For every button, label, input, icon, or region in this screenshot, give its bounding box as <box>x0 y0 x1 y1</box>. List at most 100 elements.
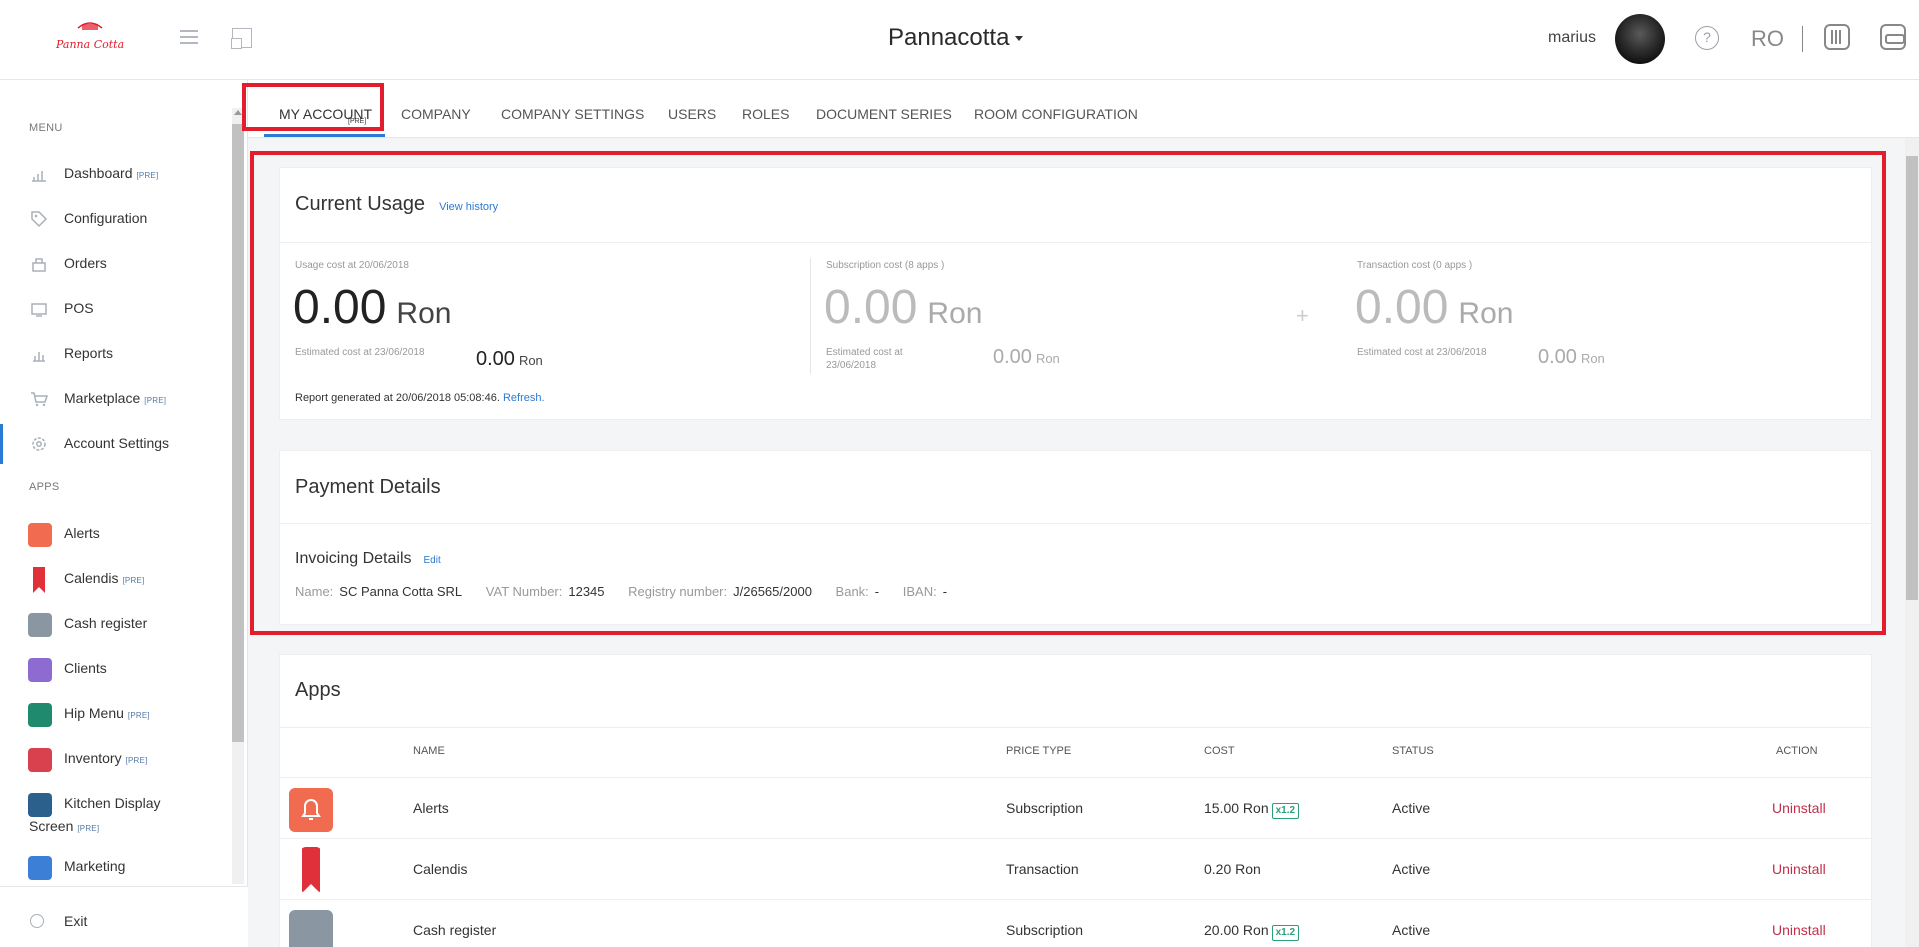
table-row: Calendis Transaction 0.20 Ron Active Uni… <box>280 838 1871 899</box>
table-row: Alerts Subscription 15.00 Ron x1.2 Active… <box>280 777 1871 838</box>
scroll-up-arrow-icon[interactable] <box>234 110 242 115</box>
app-name: Alerts <box>413 800 449 816</box>
tab-roles[interactable]: ROLES <box>742 106 789 122</box>
marketing-icon <box>28 856 52 880</box>
hamburger-menu-icon[interactable] <box>180 30 198 46</box>
apps-grid-icon[interactable] <box>1824 24 1850 50</box>
tab-users[interactable]: USERS <box>668 106 716 122</box>
tab-room-configuration[interactable]: ROOM CONFIGURATION <box>974 106 1138 122</box>
inventory-icon <box>28 748 52 772</box>
app-name: Calendis <box>413 861 468 877</box>
sidebar-scrollbar-thumb[interactable] <box>232 124 244 742</box>
bookmark-icon <box>33 567 45 593</box>
language-switch[interactable]: RO <box>1751 26 1784 52</box>
multiplier-badge: x1.2 <box>1271 925 1300 941</box>
menu-heading: MENU <box>29 122 63 134</box>
sidebar-item-label: Alerts <box>64 525 100 541</box>
multiplier-badge: x1.2 <box>1271 803 1300 819</box>
cart-icon <box>31 392 48 407</box>
app-status: Active <box>1392 861 1431 877</box>
sidebar-item-kitchen-display[interactable]: Kitchen Display Screen [PRE] <box>0 784 230 844</box>
column-header-price-type: PRICE TYPE <box>1006 745 1072 757</box>
divider <box>1802 26 1803 52</box>
sidebar-item-cash-register[interactable]: Cash register <box>0 604 230 644</box>
kitchen-display-icon <box>28 793 52 817</box>
sidebar-item-reports[interactable]: Reports <box>0 334 230 374</box>
pos-icon <box>31 303 47 317</box>
caret-down-icon <box>1015 36 1024 42</box>
orders-icon <box>32 258 46 272</box>
table-row: Cash register Subscription 20.00 Ron x1.2… <box>280 899 1871 947</box>
hip-menu-icon <box>28 703 52 727</box>
app-status: Active <box>1392 800 1431 816</box>
app-price-type: Subscription <box>1006 922 1084 938</box>
panna-cotta-logo[interactable]: Panna Cotta <box>48 14 132 58</box>
sidebar-item-label: Kitchen Display <box>64 795 161 811</box>
uninstall-button[interactable]: Uninstall <box>1772 922 1826 938</box>
pre-badge: [PRE] <box>136 171 159 180</box>
active-tab-indicator <box>264 134 385 137</box>
sidebar-item-clients[interactable]: Clients <box>0 649 230 689</box>
uninstall-button[interactable]: Uninstall <box>1772 861 1826 877</box>
fullscreen-icon[interactable] <box>231 28 252 49</box>
sidebar-item-configuration[interactable]: Configuration <box>0 199 230 239</box>
exit-icon <box>30 914 44 928</box>
sidebar-item-marketplace[interactable]: Marketplace [PRE] <box>0 379 230 419</box>
apps-card: Apps NAME PRICE TYPE COST STATUS ACTION … <box>279 654 1872 947</box>
app-price-type: Subscription <box>1006 800 1084 816</box>
sidebar-item-marketing[interactable]: Marketing <box>0 847 230 887</box>
main-scrollbar-thumb[interactable] <box>1906 156 1918 600</box>
sidebar-item-dashboard[interactable]: Dashboard [PRE] <box>0 154 230 194</box>
sidebar-item-hip-menu[interactable]: Hip Menu [PRE] <box>0 694 230 734</box>
pre-badge: [PRE] <box>127 711 150 720</box>
username[interactable]: marius <box>1548 29 1596 47</box>
sidebar-item-label: Marketing <box>64 858 126 874</box>
app-cost: 0.20 Ron <box>1204 861 1261 877</box>
sidebar-item-label: Marketplace <box>64 390 141 406</box>
pre-badge: [PRE] <box>144 396 167 405</box>
logo-text: Panna Cotta <box>55 38 124 51</box>
sidebar-item-account-settings[interactable]: Account Settings <box>0 424 230 464</box>
bookmark-icon <box>302 847 320 893</box>
sidebar-item-inventory[interactable]: Inventory [PRE] <box>0 739 230 779</box>
app-price-type: Transaction <box>1006 861 1079 877</box>
app-title-text: Pannacotta <box>888 24 1010 51</box>
sidebar-item-calendis[interactable]: Calendis [PRE] <box>0 559 230 599</box>
chart-icon <box>32 171 46 182</box>
highlight-box-account <box>250 151 1886 635</box>
bell-icon <box>289 788 333 832</box>
sidebar-item-label: Cash register <box>64 615 148 631</box>
sidebar-item-label: Configuration <box>64 210 148 226</box>
app-title-dropdown[interactable]: Pannacotta <box>888 24 1024 52</box>
sidebar-item-orders[interactable]: Orders <box>0 244 230 284</box>
pre-badge: [PRE] <box>125 756 148 765</box>
column-header-status: STATUS <box>1392 745 1434 757</box>
tab-company[interactable]: COMPANY <box>401 106 471 122</box>
sidebar-item-label: Reports <box>64 345 114 361</box>
bell-icon <box>28 523 52 547</box>
sidebar: MENU Dashboard [PRE] Configuration Orders… <box>0 80 248 947</box>
avatar[interactable] <box>1615 14 1665 64</box>
settings-tabs: MY ACCOUNT [PRE] COMPANY COMPANY SETTING… <box>248 80 1919 138</box>
sidebar-exit[interactable]: Exit <box>0 886 248 947</box>
tab-document-series[interactable]: DOCUMENT SERIES <box>816 106 952 122</box>
column-header-action: ACTION <box>1776 745 1818 757</box>
help-icon[interactable]: ? <box>1695 26 1719 50</box>
uninstall-button[interactable]: Uninstall <box>1772 800 1826 816</box>
sidebar-item-label: POS <box>64 300 94 316</box>
tab-company-settings[interactable]: COMPANY SETTINGS <box>501 106 644 122</box>
sidebar-item-label: Clients <box>64 660 107 676</box>
sidebar-item-alerts[interactable]: Alerts <box>0 514 230 554</box>
sidebar-item-label: Hip Menu <box>64 705 124 721</box>
apps-heading: APPS <box>29 481 60 493</box>
sidebar-item-label: Account Settings <box>64 435 170 451</box>
column-header-cost: COST <box>1204 745 1235 757</box>
app-cost: 20.00 Ron <box>1204 922 1269 938</box>
sidebar-item-pos[interactable]: POS <box>0 289 230 329</box>
cash-register-icon <box>289 910 333 947</box>
divider <box>280 727 1871 728</box>
app-status: Active <box>1392 922 1431 938</box>
switch-icon[interactable] <box>1880 24 1906 50</box>
pre-badge: [PRE] <box>122 576 145 585</box>
sidebar-item-label-line2: Screen <box>29 818 74 834</box>
